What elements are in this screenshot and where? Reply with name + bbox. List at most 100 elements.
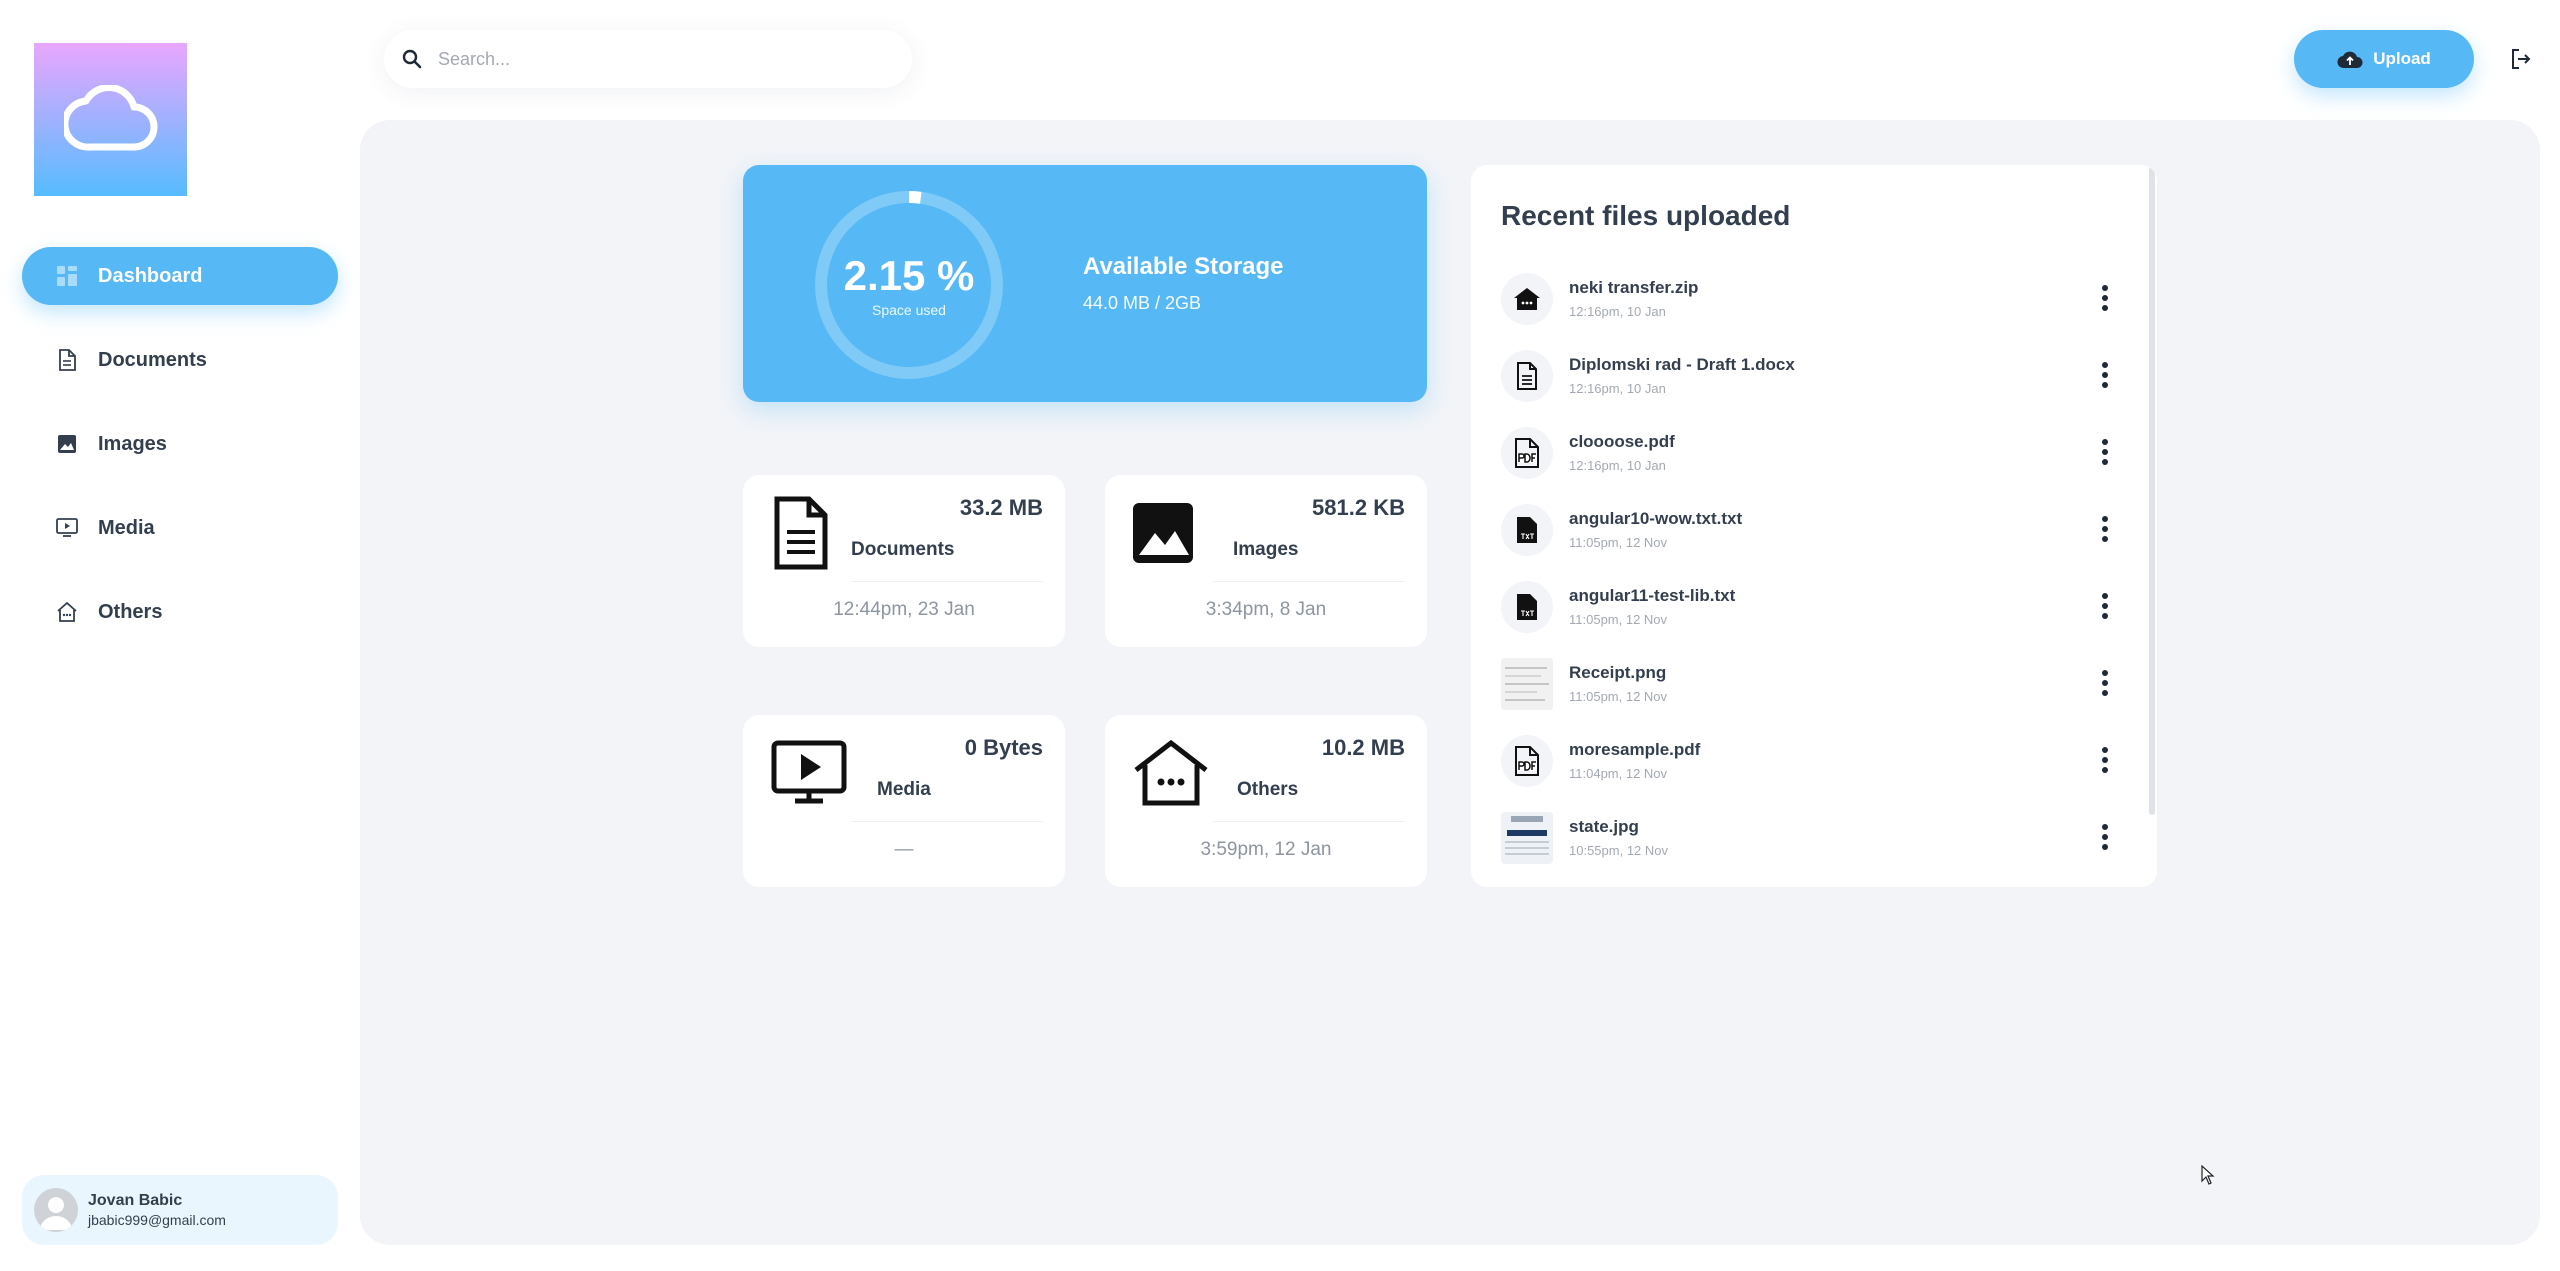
divider (851, 581, 1043, 582)
storage-value: 44.0 MB / 2GB (1083, 293, 1202, 313)
user-card[interactable]: Jovan Babic jbabic999@gmail.com (22, 1175, 338, 1245)
sidebar-item-label: Images (98, 432, 167, 455)
divider (1213, 581, 1405, 582)
upload-button-label: Upload (2373, 49, 2431, 68)
list-item[interactable]: neki transfer.zip 12:16pm, 10 Jan (1501, 260, 2137, 337)
sidebar-item-label: Media (98, 516, 155, 539)
storage-title: Available Storage (1083, 253, 1284, 280)
storage-percent: 2.15 % (843, 252, 975, 299)
sidebar-nav: Dashboard Documents Images Media Others (22, 247, 338, 667)
category-card-images[interactable]: 581.2 KB Images 3:34pm, 8 Jan (1105, 475, 1427, 647)
more-options-icon[interactable] (2095, 742, 2115, 778)
cloud-logo-icon (63, 84, 157, 151)
file-name: Receipt.png (1569, 663, 1667, 682)
file-name: neki transfer.zip (1569, 278, 1699, 297)
list-item[interactable]: Receipt.png 11:05pm, 12 Nov (1501, 645, 2137, 722)
file-date: 11:05pm, 12 Nov (1569, 535, 1668, 550)
more-options-icon[interactable] (2095, 819, 2115, 855)
more-options-icon[interactable] (2095, 434, 2115, 470)
divider (1213, 821, 1405, 822)
dashboard-icon (56, 265, 78, 287)
sidebar-item-label: Others (98, 600, 163, 623)
category-card-documents[interactable]: 33.2 MB Documents 12:44pm, 23 Jan (743, 475, 1065, 647)
txt-icon (1501, 580, 1553, 633)
file-name: state.jpg (1569, 817, 1639, 836)
list-item[interactable]: angular11-test-lib.txt 11:05pm, 12 Nov (1501, 568, 2137, 645)
document-icon (56, 349, 78, 371)
document-icon (769, 495, 833, 571)
category-size: 33.2 MB (959, 495, 1043, 520)
list-item[interactable]: moresample.pdf 11:04pm, 12 Nov (1501, 722, 2137, 799)
sidebar-item-documents[interactable]: Documents (22, 331, 338, 389)
file-date: 12:16pm, 10 Jan (1569, 381, 1666, 396)
image-icon (1131, 495, 1195, 571)
list-item[interactable]: angular10-wow.txt.txt 11:05pm, 12 Nov (1501, 491, 2137, 568)
pdf-icon (1501, 426, 1553, 479)
category-date: 3:59pm, 12 Jan (1200, 839, 1332, 860)
file-date: 11:04pm, 12 Nov (1569, 766, 1668, 781)
search-icon (402, 49, 422, 69)
sidebar-item-label: Dashboard (98, 264, 203, 287)
sidebar-item-others[interactable]: Others (22, 583, 338, 641)
list-item-partial[interactable] (1501, 876, 2137, 887)
scrollbar[interactable] (2149, 165, 2155, 815)
user-name: Jovan Babic (88, 1192, 183, 1209)
media-icon (771, 735, 847, 811)
category-size: 0 Bytes (964, 735, 1043, 760)
pdf-icon (1501, 734, 1553, 787)
sidebar-item-dashboard[interactable]: Dashboard (22, 247, 338, 305)
txt-icon (1501, 503, 1553, 556)
category-name: Images (1233, 539, 1299, 560)
search-bar[interactable] (384, 30, 912, 88)
file-name: Diplomski rad - Draft 1.docx (1569, 355, 1795, 374)
logout-icon (2512, 49, 2531, 69)
category-card-others[interactable]: 10.2 MB Others 3:59pm, 12 Jan (1105, 715, 1427, 887)
category-card-media[interactable]: 0 Bytes Media — (743, 715, 1065, 887)
category-size: 10.2 MB (1321, 735, 1405, 760)
user-avatar-icon (40, 1197, 72, 1230)
file-name: moresample.pdf (1569, 740, 1701, 759)
file-date: 11:05pm, 12 Nov (1569, 689, 1668, 704)
category-date: — (894, 839, 914, 860)
file-date: 10:55pm, 12 Nov (1569, 843, 1669, 858)
file-date: 12:16pm, 10 Jan (1569, 304, 1666, 319)
file-date: 11:05pm, 12 Nov (1569, 612, 1668, 627)
category-date: 12:44pm, 23 Jan (833, 599, 975, 620)
more-options-icon[interactable] (2095, 280, 2115, 316)
file-date: 12:16pm, 10 Jan (1569, 458, 1666, 473)
sidebar-item-media[interactable]: Media (22, 499, 338, 557)
others-icon (1133, 735, 1209, 811)
more-options-icon[interactable] (2095, 511, 2115, 547)
list-item[interactable]: cloooose.pdf 12:16pm, 10 Jan (1501, 414, 2137, 491)
divider (851, 821, 1043, 822)
recent-files-panel: Recent files uploaded neki transfer.zip … (1471, 165, 2157, 887)
main-content: 2.15 % Space used Available Storage 44.0… (360, 120, 2540, 1245)
recent-files-list: neki transfer.zip 12:16pm, 10 Jan Diplom… (1501, 260, 2137, 887)
sidebar-item-images[interactable]: Images (22, 415, 338, 473)
more-options-icon[interactable] (2095, 665, 2115, 701)
space-used-label: Space used (872, 302, 946, 318)
cloud-upload-icon (2337, 49, 2363, 69)
category-name: Others (1237, 779, 1299, 800)
recent-files-title: Recent files uploaded (1501, 200, 1791, 231)
search-input[interactable] (438, 48, 838, 70)
sidebar-item-label: Documents (98, 348, 207, 371)
list-item[interactable]: state.jpg 10:55pm, 12 Nov (1501, 799, 2137, 876)
upload-button[interactable]: Upload (2294, 30, 2474, 88)
image-thumbnail (1501, 811, 1553, 864)
docx-icon (1501, 349, 1553, 402)
image-icon (56, 433, 78, 455)
list-item[interactable]: Diplomski rad - Draft 1.docx 12:16pm, 10… (1501, 337, 2137, 414)
user-email: jbabic999@gmail.com (88, 1212, 226, 1228)
category-name: Documents (851, 539, 955, 560)
file-name: angular11-test-lib.txt (1569, 586, 1736, 605)
more-options-icon[interactable] (2095, 588, 2115, 624)
media-icon (56, 517, 78, 539)
more-options-icon[interactable] (2095, 357, 2115, 393)
others-icon (56, 601, 78, 623)
image-thumbnail (1501, 657, 1553, 710)
storage-card: 2.15 % Space used Available Storage 44.0… (743, 165, 1427, 402)
mouse-cursor-icon (2201, 1165, 2215, 1185)
app-logo[interactable] (34, 43, 187, 196)
logout-button[interactable] (2492, 30, 2550, 88)
